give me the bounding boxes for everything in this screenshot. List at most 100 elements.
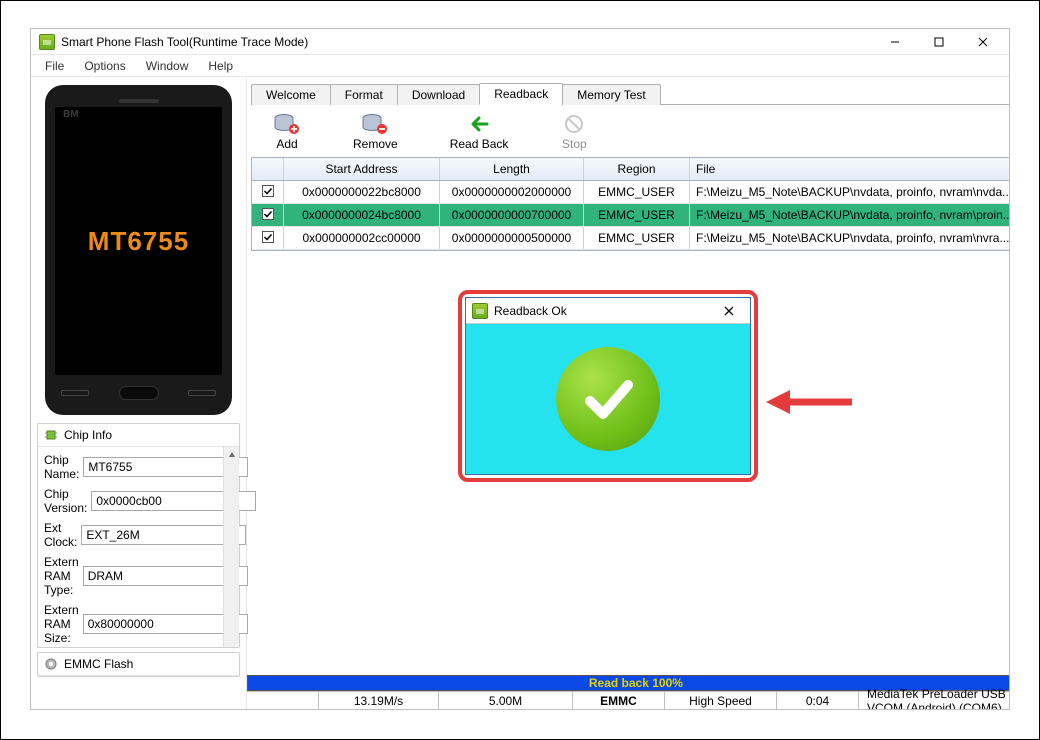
remove-label: Remove bbox=[353, 137, 398, 151]
ext-clock-field[interactable] bbox=[81, 525, 246, 545]
chip-info-scrollbar[interactable] bbox=[223, 447, 239, 647]
cell-start: 0x0000000022bc8000 bbox=[284, 181, 440, 203]
dialog-body bbox=[466, 324, 750, 474]
stop-icon bbox=[560, 113, 588, 135]
table-row[interactable]: 0x0000000022bc80000x0000000002000000EMMC… bbox=[252, 181, 1009, 204]
chip-info-header: Chip Info bbox=[38, 424, 239, 447]
phone-bm-label: BM bbox=[63, 109, 79, 120]
toolbar: Add Remove Read Back Stop bbox=[251, 105, 1009, 157]
maximize-button[interactable] bbox=[917, 29, 961, 55]
chip-version-label: Chip Version: bbox=[44, 487, 87, 515]
row-checkbox[interactable] bbox=[252, 181, 284, 203]
emmc-flash-header: EMMC Flash bbox=[38, 653, 239, 676]
readback-ok-dialog: Readback Ok bbox=[465, 297, 751, 475]
status-mode: High Speed bbox=[665, 692, 777, 709]
menu-file[interactable]: File bbox=[37, 57, 72, 75]
chip-info-title: Chip Info bbox=[64, 428, 112, 442]
tabs: Welcome Format Download Readback Memory … bbox=[251, 83, 1009, 105]
cell-region: EMMC_USER bbox=[584, 204, 690, 226]
status-size: 5.00M bbox=[439, 692, 573, 709]
window-title: Smart Phone Flash Tool(Runtime Trace Mod… bbox=[61, 35, 873, 49]
left-panel: BM MT6755 Chip Info Chip Name: C bbox=[31, 77, 247, 709]
cell-region: EMMC_USER bbox=[584, 227, 690, 249]
header-length[interactable]: Length bbox=[440, 158, 584, 180]
header-file[interactable]: File bbox=[690, 158, 1009, 180]
emmc-flash-title: EMMC Flash bbox=[64, 657, 133, 671]
add-button[interactable]: Add bbox=[273, 113, 301, 151]
dialog-title-text: Readback Ok bbox=[494, 304, 714, 318]
stop-label: Stop bbox=[562, 137, 587, 151]
stop-button[interactable]: Stop bbox=[560, 113, 588, 151]
menu-options[interactable]: Options bbox=[76, 57, 133, 75]
status-speed: 13.19M/s bbox=[319, 692, 439, 709]
read-back-button[interactable]: Read Back bbox=[450, 113, 509, 151]
table-header: Start Address Length Region File bbox=[252, 158, 1009, 181]
statusbar: 13.19M/s 5.00M EMMC High Speed 0:04 Medi… bbox=[247, 691, 1009, 709]
cell-length: 0x0000000000700000 bbox=[440, 204, 584, 226]
cell-file: F:\Meizu_M5_Note\BACKUP\nvdata, proinfo,… bbox=[690, 227, 1009, 249]
bottom-zone: Read back 100% 13.19M/s 5.00M EMMC High … bbox=[247, 675, 1009, 709]
table-row[interactable]: 0x0000000024bc80000x0000000000700000EMMC… bbox=[252, 204, 1009, 227]
cell-length: 0x0000000002000000 bbox=[440, 181, 584, 203]
remove-button[interactable]: Remove bbox=[353, 113, 398, 151]
cell-region: EMMC_USER bbox=[584, 181, 690, 203]
cell-start: 0x000000002cc00000 bbox=[284, 227, 440, 249]
header-checkbox bbox=[252, 158, 284, 180]
phone-home-icon bbox=[119, 386, 159, 400]
menu-window[interactable]: Window bbox=[138, 57, 197, 75]
minimize-button[interactable] bbox=[873, 29, 917, 55]
database-add-icon bbox=[273, 113, 301, 135]
menu-help[interactable]: Help bbox=[200, 57, 241, 75]
tab-readback[interactable]: Readback bbox=[479, 83, 563, 105]
titlebar: Smart Phone Flash Tool(Runtime Trace Mod… bbox=[31, 29, 1009, 55]
database-remove-icon bbox=[361, 113, 389, 135]
cell-start: 0x0000000024bc8000 bbox=[284, 204, 440, 226]
status-time: 0:04 bbox=[777, 692, 859, 709]
chip-label: MT6755 bbox=[88, 226, 189, 257]
dialog-titlebar: Readback Ok bbox=[466, 298, 750, 324]
tab-memory-test[interactable]: Memory Test bbox=[562, 84, 660, 105]
header-region[interactable]: Region bbox=[584, 158, 690, 180]
dialog-close-button[interactable] bbox=[714, 300, 744, 322]
phone-buttons bbox=[55, 381, 222, 405]
cell-length: 0x0000000000500000 bbox=[440, 227, 584, 249]
chip-name-label: Chip Name: bbox=[44, 453, 79, 481]
table-row[interactable]: 0x000000002cc000000x0000000000500000EMMC… bbox=[252, 227, 1009, 250]
ram-size-label: Extern RAM Size: bbox=[44, 603, 79, 645]
tab-welcome[interactable]: Welcome bbox=[251, 84, 331, 105]
row-checkbox[interactable] bbox=[252, 227, 284, 249]
table-body: 0x0000000022bc80000x0000000002000000EMMC… bbox=[252, 181, 1009, 250]
phone-back-icon bbox=[61, 390, 89, 396]
read-back-label: Read Back bbox=[450, 137, 509, 151]
cell-file: F:\Meizu_M5_Note\BACKUP\nvdata, proinfo,… bbox=[690, 204, 1009, 226]
progress-text: Read back 100% bbox=[589, 676, 683, 690]
cell-file: F:\Meizu_M5_Note\BACKUP\nvdata, proinfo,… bbox=[690, 181, 1009, 203]
chip-icon bbox=[44, 428, 58, 442]
check-circle-icon bbox=[556, 347, 660, 451]
scroll-up-icon[interactable] bbox=[224, 447, 239, 463]
tab-download[interactable]: Download bbox=[397, 84, 480, 105]
header-start[interactable]: Start Address bbox=[284, 158, 440, 180]
phone-screen: MT6755 bbox=[55, 107, 222, 375]
callout-arrow-icon bbox=[764, 382, 854, 422]
status-spacer bbox=[247, 692, 319, 709]
phone-menu-icon bbox=[188, 390, 216, 396]
close-button[interactable] bbox=[961, 29, 1005, 55]
tab-format[interactable]: Format bbox=[330, 84, 398, 105]
readback-table: Start Address Length Region File 0x00000… bbox=[251, 157, 1009, 251]
row-checkbox[interactable] bbox=[252, 204, 284, 226]
dialog-app-icon bbox=[472, 303, 488, 319]
emmc-flash-group: EMMC Flash bbox=[37, 652, 240, 677]
add-label: Add bbox=[276, 137, 297, 151]
chip-info-group: Chip Info Chip Name: Chip Version: Ext C… bbox=[37, 423, 240, 648]
ram-type-label: Extern RAM Type: bbox=[44, 555, 79, 597]
read-back-icon bbox=[465, 113, 493, 135]
gear-icon bbox=[44, 657, 58, 671]
phone-speaker bbox=[119, 99, 159, 103]
chip-info-body: Chip Name: Chip Version: Ext Clock: Exte… bbox=[38, 447, 239, 647]
dialog-callout: Readback Ok bbox=[458, 290, 758, 482]
status-storage: EMMC bbox=[573, 692, 665, 709]
ext-clock-label: Ext Clock: bbox=[44, 521, 77, 549]
menubar: File Options Window Help bbox=[31, 55, 1009, 77]
status-port: MediaTek PreLoader USB VCOM (Android) (C… bbox=[859, 692, 1009, 709]
